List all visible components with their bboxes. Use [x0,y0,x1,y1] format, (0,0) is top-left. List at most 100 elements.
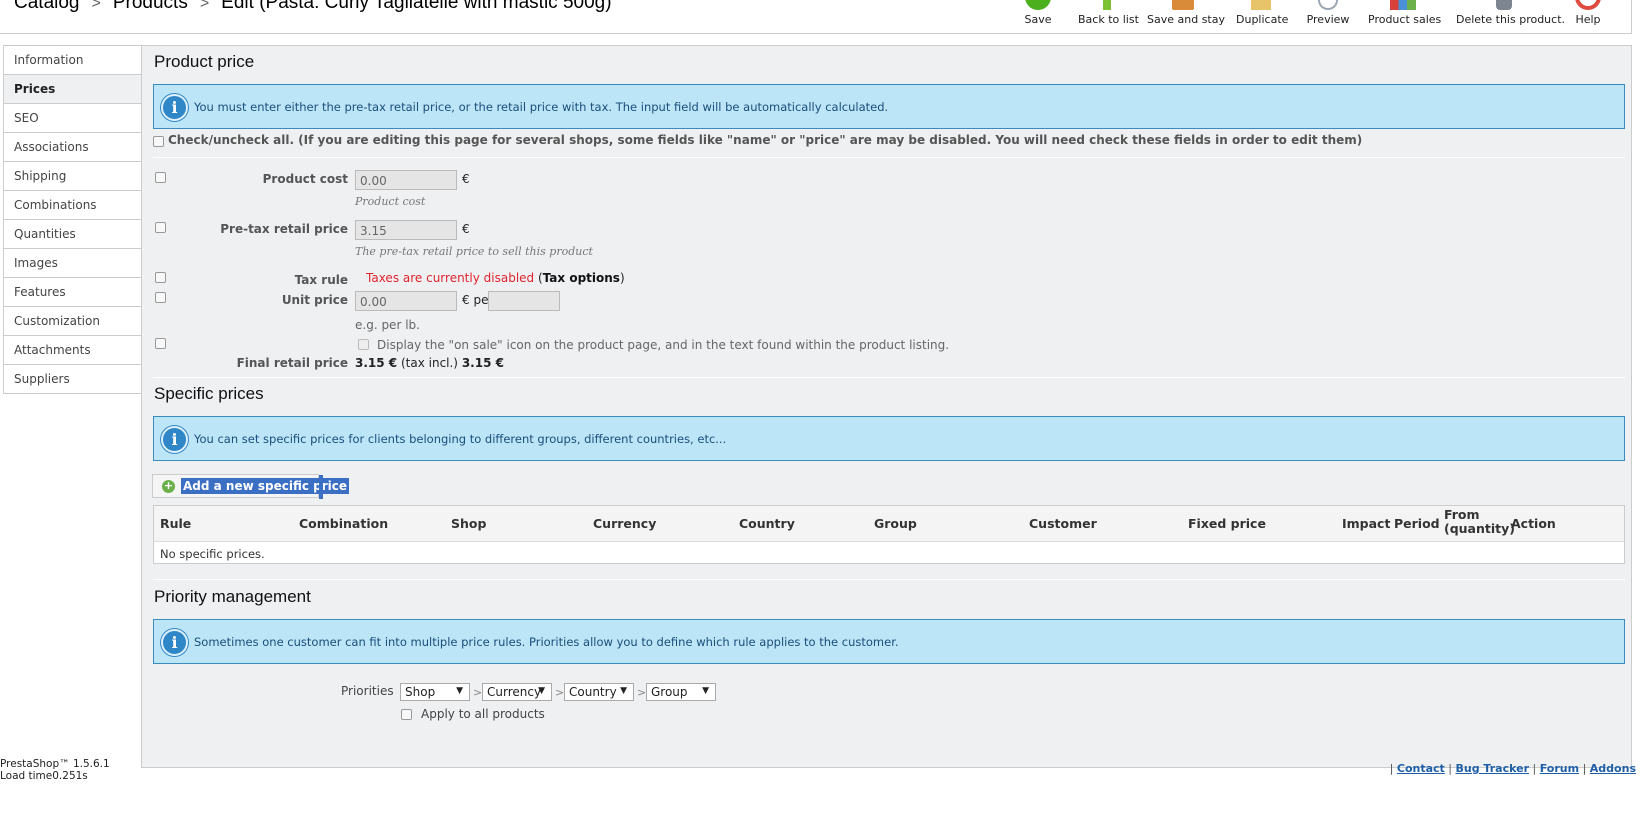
tab-suppliers[interactable]: Suppliers [3,365,142,394]
priority-select-3[interactable]: Country ▼ [564,683,634,701]
version-text: PrestaShop™ 1.5.6.1 [0,758,110,770]
product-cost-input[interactable]: 0.00 [355,170,457,190]
duplicate-button[interactable]: Duplicate [1236,0,1289,33]
unit-hint: e.g. per lb. [355,318,420,332]
tab-combinations[interactable]: Combinations [3,191,142,220]
check-all-checkbox[interactable] [153,136,164,147]
tab-quantities[interactable]: Quantities [3,220,142,249]
final-price: 3.15 € [355,356,398,370]
footer-links: | Contact | Bug Tracker | Forum | Addons [1390,762,1636,775]
empty-message: No specific prices. [160,547,265,561]
unit-price-label: Unit price [281,293,348,307]
priority-select-4[interactable]: Group ▼ [646,683,716,701]
tab-features[interactable]: Features [3,278,142,307]
header-bar: Catalog > Products > Edit (Pasta: Curly Tagl… [0,0,1632,34]
add-specific-price-label: Add a new specific price [181,478,350,494]
breadcrumb-separator: > [199,0,210,12]
save-and-stay-label: Save and stay [1147,13,1225,26]
priority-select-3-value: Country [569,685,617,699]
product-tabs: Information Prices SEO Associations Ship… [3,45,143,394]
tab-prices[interactable]: Prices [3,75,143,104]
tab-seo[interactable]: SEO [3,104,142,133]
priority-info-text: Sometimes one customer can fit into mult… [194,635,899,649]
save-button[interactable]: Save [1018,0,1058,33]
duplicate-label: Duplicate [1236,13,1289,26]
on-sale-row-checkbox[interactable] [155,338,166,349]
priority-separator: > [555,686,565,699]
footer-sep: | [1582,762,1587,775]
col-customer: Customer [1029,516,1097,531]
on-sale-label: Display the "on sale" icon on the produc… [377,338,950,352]
specific-prices-title: Specific prices [154,384,264,403]
final-price-value: 3.15 € (tax incl.) 3.15 € [355,356,504,370]
specific-prices-info: i You can set specific prices for client… [153,416,1625,461]
add-specific-price-button[interactable]: + Add a new specific price [152,474,350,499]
product-price-info: i You must enter either the pre-tax reta… [153,84,1625,129]
breadcrumb-separator: > [91,0,101,12]
col-period: Period [1394,516,1440,531]
help-button[interactable]: Help [1570,0,1606,33]
product-sales-icon [1390,0,1416,10]
chevron-down-icon: ▼ [456,686,463,696]
on-sale-checkbox[interactable] [358,339,369,350]
col-fixed-price: Fixed price [1188,516,1266,531]
product-price-title: Product price [154,52,255,71]
footer-sep: | [1389,762,1394,775]
tax-options-link[interactable]: Tax options [543,271,620,285]
breadcrumb-current: Edit (Pasta: Curly Tagliatelle with mast… [221,0,612,13]
col-impact: Impact [1342,516,1391,531]
breadcrumb-catalog[interactable]: Catalog [14,0,80,13]
final-tax-incl-price: 3.15 € [461,356,504,370]
help-icon [1575,0,1601,10]
pretax-price-label: Pre-tax retail price [220,222,348,236]
col-action: Action [1511,516,1556,531]
info-icon: i [161,629,188,656]
save-and-stay-button[interactable]: Save and stay [1147,0,1225,33]
delete-product-label: Delete this product. [1456,13,1566,26]
pretax-price-input[interactable]: 3.15 [355,220,457,240]
product-price-info-text: You must enter either the pre-tax retail… [194,100,889,114]
priority-select-2[interactable]: Currency ▼ [482,683,552,701]
help-label: Help [1575,13,1601,26]
divider [153,157,1625,158]
save-label: Save [1024,13,1052,26]
preview-button[interactable]: Preview [1306,0,1350,33]
tab-associations[interactable]: Associations [3,133,142,162]
preview-label: Preview [1306,13,1350,26]
priority-info: i Sometimes one customer can fit into mu… [153,619,1625,664]
breadcrumb-products[interactable]: Products [113,0,188,13]
priority-select-4-value: Group [651,685,688,699]
delete-product-button[interactable]: Delete this product. [1456,0,1566,33]
tax-rule-label: Tax rule [294,273,348,287]
back-to-list-label: Back to list [1078,13,1139,26]
tab-images[interactable]: Images [3,249,142,278]
priority-select-2-value: Currency [487,685,542,699]
product-sales-label: Product sales [1368,13,1442,26]
unit-per-input[interactable] [488,291,560,311]
footer-sep: | [1532,762,1537,775]
forum-link[interactable]: Forum [1540,762,1579,775]
apply-all-checkbox[interactable] [401,709,412,720]
unit-price-input[interactable]: 0.00 [355,291,457,311]
col-shop: Shop [451,516,487,531]
addons-link[interactable]: Addons [1590,762,1636,775]
info-icon: i [161,426,188,453]
col-rule: Rule [160,516,192,531]
priority-select-1[interactable]: Shop ▼ [400,683,470,701]
col-group: Group [874,516,917,531]
divider [153,579,1625,580]
pretax-price-currency: € [462,222,470,236]
tab-attachments[interactable]: Attachments [3,336,142,365]
priority-separator: > [637,686,647,699]
back-to-list-button[interactable]: Back to list [1078,0,1139,33]
contact-link[interactable]: Contact [1397,762,1445,775]
tab-information[interactable]: Information [3,46,142,75]
tab-shipping[interactable]: Shipping [3,162,142,191]
tab-customization[interactable]: Customization [3,307,142,336]
divider [153,377,1625,378]
tax-options-close: ) [619,271,625,285]
duplicate-icon [1251,0,1271,10]
breadcrumb: Catalog > Products > Edit (Pasta: Curly Tagl… [14,0,612,14]
bug-tracker-link[interactable]: Bug Tracker [1456,762,1530,775]
product-sales-button[interactable]: Product sales [1368,0,1442,33]
